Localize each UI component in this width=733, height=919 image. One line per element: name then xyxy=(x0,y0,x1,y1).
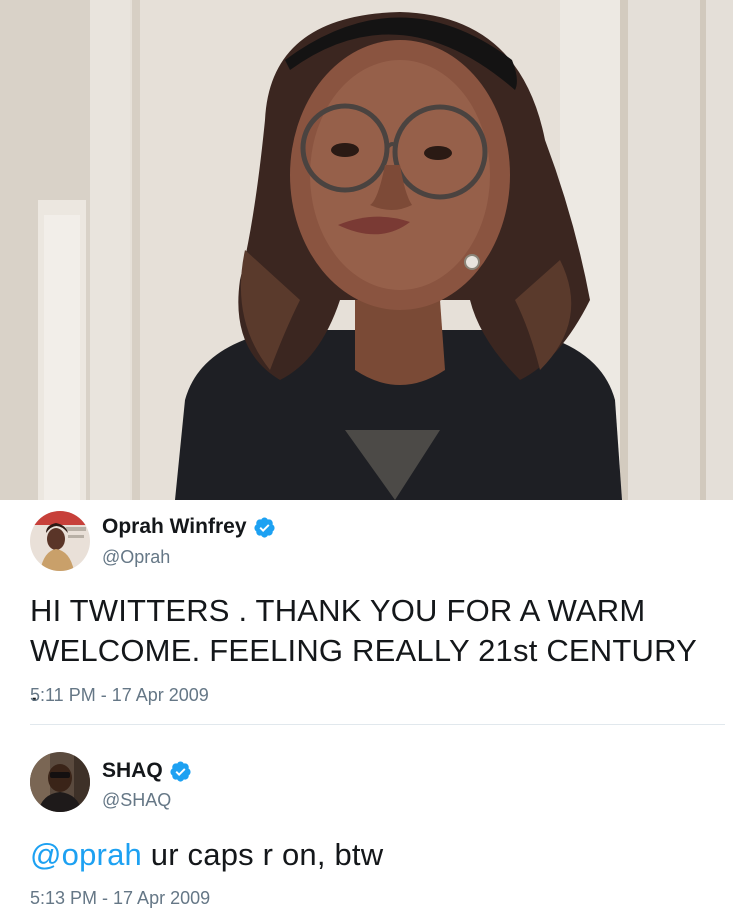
avatar[interactable] xyxy=(30,752,90,812)
author-name[interactable]: Oprah Winfrey xyxy=(102,514,247,540)
tweet-timestamp[interactable]: 5:11 PM - 17 Apr 2009 xyxy=(30,685,209,706)
verified-badge-icon xyxy=(170,760,191,782)
author-handle[interactable]: @SHAQ xyxy=(102,790,171,811)
avatar[interactable] xyxy=(30,511,90,571)
author-row: SHAQ xyxy=(102,758,192,784)
mention-link[interactable]: @oprah xyxy=(30,837,142,872)
tweet-card: Oprah Winfrey @Oprah HI TWITTERS . THANK… xyxy=(0,500,733,724)
tweet-text-rest: ur caps r on, btw xyxy=(141,837,384,872)
header-photo xyxy=(0,0,733,500)
tweet-text: @oprah ur caps r on, btw xyxy=(30,835,713,875)
verified-badge-icon xyxy=(253,516,275,538)
author-row: Oprah Winfrey xyxy=(102,514,276,540)
tweet-card: SHAQ @SHAQ @oprah ur caps r on, btw 5:13… xyxy=(0,725,733,919)
tweet-timestamp[interactable]: 5:13 PM - 17 Apr 2009 xyxy=(30,888,210,909)
author-name[interactable]: SHAQ xyxy=(102,758,163,784)
author-handle[interactable]: @Oprah xyxy=(102,547,170,568)
